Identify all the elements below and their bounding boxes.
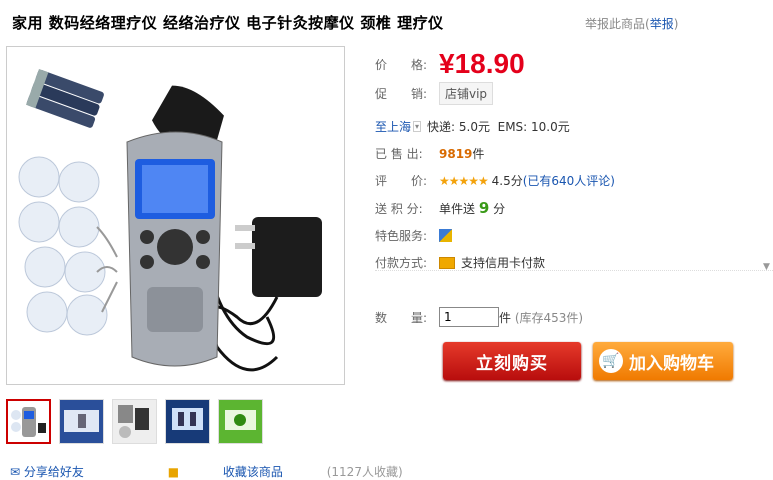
points-prefix: 单件送 [439,201,476,216]
review-count-link[interactable]: (已有640人评论) [523,172,615,189]
price-row: 价 格: ¥18.90 [375,48,525,80]
report-product: 举报此商品(举报) [585,17,679,31]
points-unit: 分 [493,201,506,216]
quantity-label: 数 量: [375,310,428,325]
promo-label: 促 销: [375,87,428,101]
credit-card-icon [439,256,455,269]
add-to-cart-button[interactable]: 🛒 加入购物车 [593,342,733,380]
favorite-link[interactable]: ■ 收藏该商品 (1127人收藏) [168,465,443,479]
sold-label: 已 售 出: [375,147,423,161]
thumbnail-strip [6,399,263,444]
chevron-down-icon[interactable]: ▾ [413,121,422,132]
buy-now-button[interactable]: 立刻购买 [443,342,581,380]
payment-label: 付款方式: [375,256,428,270]
sold-unit: 件 [472,147,485,161]
sold-row: 已 售 出: 9819 件 [375,145,484,162]
shipping-row: 至上海 ▾ 快递: 5.0元 EMS: 10.0元 [375,118,570,135]
rating-label: 评 价: [375,174,428,188]
thumbnail-accessories-image [113,400,156,443]
points-label: 送 积 分: [375,201,423,216]
bottom-links: ✉ 分享给好友 ■ 收藏该商品 (1127人收藏) [10,463,483,480]
service-label: 特色服务: [375,229,428,243]
report-link[interactable]: 举报 [650,17,674,31]
ems-fee: EMS: 10.0元 [497,120,570,134]
share-link[interactable]: ✉ 分享给好友 [10,465,124,479]
divider [375,270,773,271]
folder-icon: ■ [167,465,180,479]
thumbnail-3[interactable] [112,399,157,444]
service-row: 特色服务: [375,227,452,244]
points-value: 9 [478,199,490,217]
promo-row: 促 销: 店铺vip [375,82,494,105]
massager-device-illustration [18,69,322,372]
thumbnail-2[interactable] [59,399,104,444]
thumbnail-box-image [60,400,103,443]
thumbnail-promo-image [166,400,209,443]
payment-row: 付款方式: 支持信用卡付款 [375,254,545,271]
points-row: 送 积 分: 单件送 9 分 [375,199,505,217]
sold-count: 9819 [439,146,473,161]
express-fee: 快递: 5.0元 [427,120,490,134]
thumbnail-1[interactable] [6,399,51,444]
price-label: 价 格: [375,57,428,72]
vip-tag: 店铺vip [439,82,494,105]
scroll-down-arrow-icon[interactable]: ▼ [763,262,770,272]
cart-icon: 🛒 [599,349,623,373]
service-badge-icon[interactable] [439,229,452,242]
star-rating-icon: ★★★★★ [439,173,489,188]
rating-row: 评 价: ★★★★★ 4.5分 (已有640人评论) [375,172,615,189]
quantity-unit: 件 [499,310,512,325]
payment-method: 支持信用卡付款 [461,256,546,270]
quantity-row: 数 量: 件 (库存453件) [375,307,583,327]
rating-score: 4.5分 [491,174,523,188]
thumbnail-5[interactable] [218,399,263,444]
product-main-image[interactable] [6,46,345,385]
thumbnail-green-promo-image [219,400,262,443]
quantity-input[interactable] [439,307,499,327]
thumbnail-device-image [8,401,49,442]
thumbnail-4[interactable] [165,399,210,444]
add-to-cart-label: 加入购物车 [629,353,714,374]
product-title: 家用 数码经络理疗仪 经络治疗仪 电子针灸按摩仪 颈椎 理疗仪 [12,14,444,32]
price-value: ¥18.90 [439,48,525,79]
stock-count: (库存453件) [514,310,584,325]
shipping-destination[interactable]: 至上海 [375,118,411,135]
